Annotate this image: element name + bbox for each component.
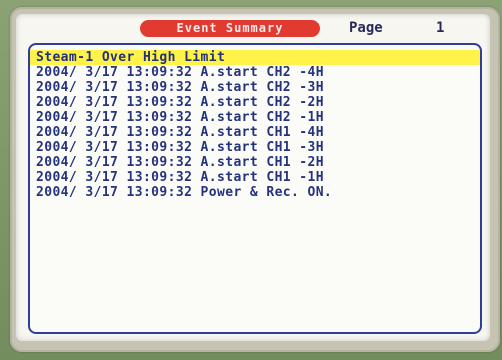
event-row[interactable]: 2004/ 3/17 13:09:32 A.start CH1 -2H bbox=[30, 155, 480, 170]
page-label: Page bbox=[349, 20, 383, 36]
event-row[interactable]: 2004/ 3/17 13:09:32 A.start CH1 -4H bbox=[30, 125, 480, 140]
event-row[interactable]: 2004/ 3/17 13:09:32 A.start CH1 -1H bbox=[30, 170, 480, 185]
event-row[interactable]: 2004/ 3/17 13:09:32 Power & Rec. ON. bbox=[30, 185, 480, 200]
event-row[interactable]: 2004/ 3/17 13:09:32 A.start CH1 -3H bbox=[30, 140, 480, 155]
event-row[interactable]: 2004/ 3/17 13:09:32 A.start CH2 -4H bbox=[30, 65, 480, 80]
event-row[interactable]: 2004/ 3/17 13:09:32 A.start CH2 -2H bbox=[30, 95, 480, 110]
event-alarm-title[interactable]: Steam-1 Over High Limit bbox=[30, 50, 480, 65]
page-number: 1 bbox=[436, 20, 445, 36]
event-panel: Steam-1 Over High Limit 2004/ 3/17 13:09… bbox=[28, 43, 482, 334]
event-list: Steam-1 Over High Limit 2004/ 3/17 13:09… bbox=[30, 50, 480, 200]
screen-title: Event Summary bbox=[140, 20, 320, 37]
event-row[interactable]: 2004/ 3/17 13:09:32 A.start CH2 -1H bbox=[30, 110, 480, 125]
device-frame: Event Summary Page 1 Steam-1 Over High L… bbox=[0, 0, 502, 360]
event-row[interactable]: 2004/ 3/17 13:09:32 A.start CH2 -3H bbox=[30, 80, 480, 95]
lcd-screen: Event Summary Page 1 Steam-1 Over High L… bbox=[16, 14, 490, 341]
